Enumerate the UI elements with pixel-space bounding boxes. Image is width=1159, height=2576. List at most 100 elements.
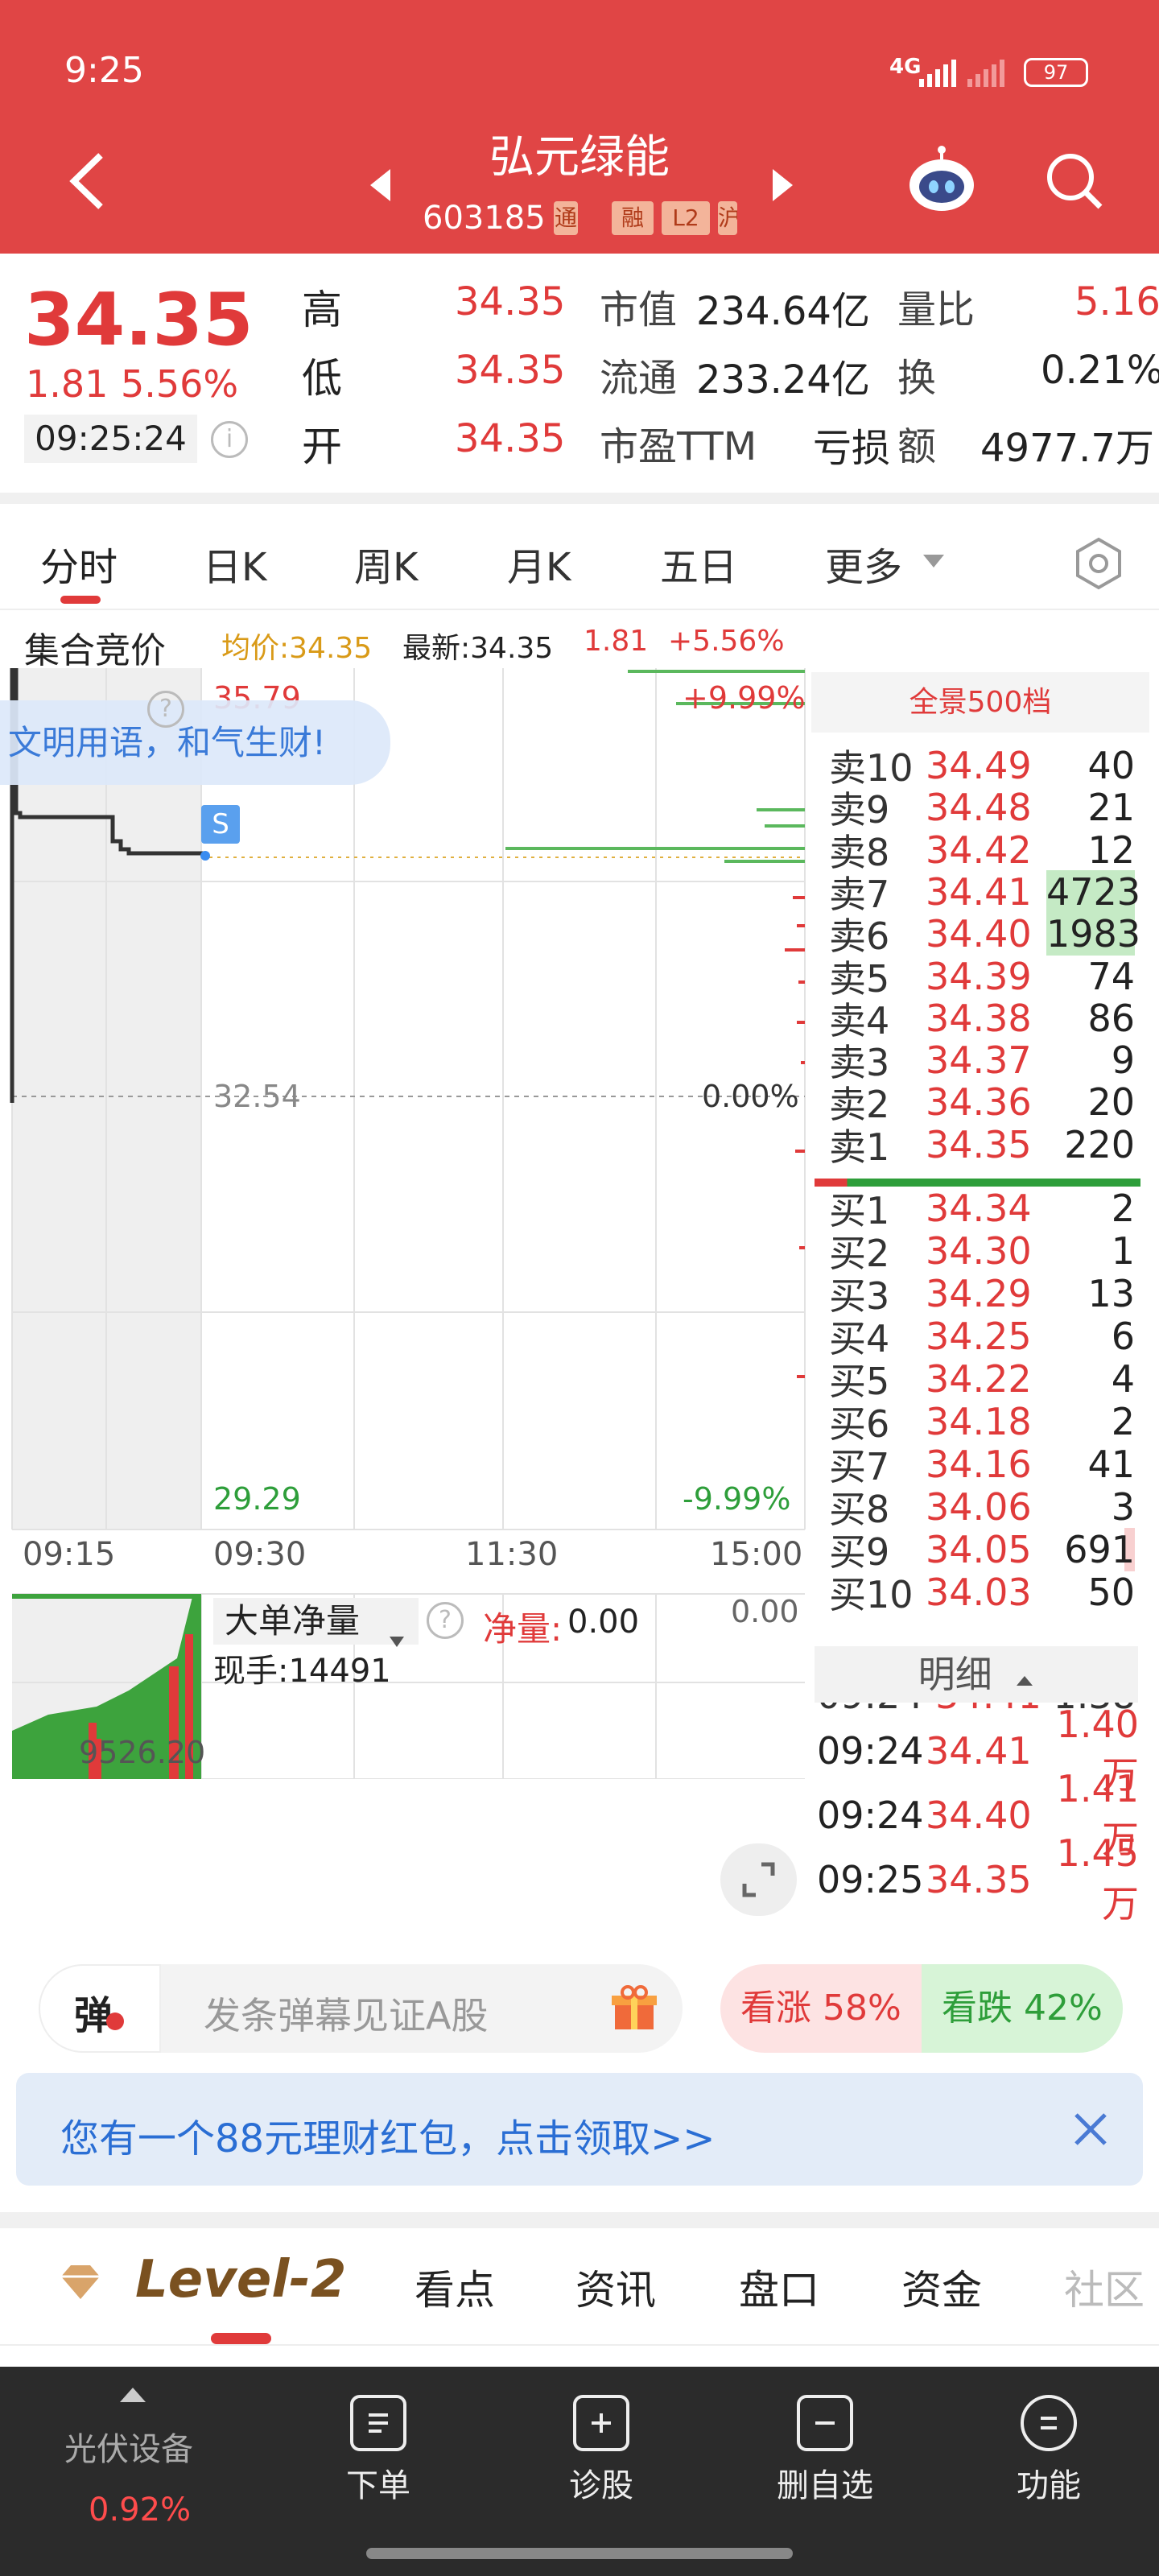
bullish-button[interactable]: 看涨 58% [720, 1964, 922, 2053]
depth-500-button[interactable]: 全景500档 [811, 672, 1149, 733]
buy-row[interactable]: 买1 34.34 2 [829, 1187, 1135, 1232]
diamond-icon [56, 2262, 105, 2302]
settings-icon[interactable] [1070, 535, 1127, 592]
pe-label: 市盈TTM [600, 424, 757, 469]
tab-five-day[interactable]: 五日 [660, 535, 737, 592]
sell-row[interactable]: 卖4 34.38 86 [829, 996, 1135, 1042]
bearish-button[interactable]: 看跌 42% [922, 1964, 1123, 2053]
chart-tabs: 分时 日K 周K 月K 五日 更多 [0, 503, 1159, 612]
buy-level-label: 买10 [829, 1573, 914, 1616]
sell-price: 34.40 [926, 912, 1032, 956]
sell-price: 34.36 [926, 1080, 1032, 1125]
low-label: 低 [302, 355, 342, 402]
help-icon[interactable]: ? [427, 1602, 464, 1639]
sell-row[interactable]: 卖2 34.36 20 [829, 1080, 1135, 1126]
sector-change: 0.92% [89, 2491, 192, 2529]
tab-handicap[interactable]: 盘口 [739, 2258, 819, 2316]
nav-remove-label: 删自选 [777, 2467, 873, 2504]
detail-toggle[interactable]: 明细 [815, 1646, 1138, 1703]
tab-highlights[interactable]: 看点 [415, 2258, 495, 2316]
plus-icon [573, 2395, 629, 2451]
trade-time: 09:24 [817, 1794, 924, 1837]
info-icon[interactable]: i [211, 421, 248, 458]
buy-row[interactable]: 买9 34.05 691 [829, 1528, 1135, 1574]
high-value: 34.35 [455, 279, 566, 324]
divider-2 [0, 609, 1159, 610]
tab-community[interactable]: 社区 [1064, 2258, 1159, 2316]
buy-price: 34.29 [926, 1272, 1032, 1315]
top-pct-label: +9.99% [683, 680, 806, 716]
nav-diagnose-label: 诊股 [569, 2467, 633, 2504]
buy-row[interactable]: 买5 34.22 4 [829, 1357, 1135, 1403]
s-marker[interactable]: S [201, 805, 240, 844]
help-icon[interactable]: ? [147, 691, 184, 728]
buy-price: 34.16 [926, 1443, 1032, 1486]
menu-icon [1021, 2395, 1077, 2451]
buy-row[interactable]: 买4 34.25 6 [829, 1315, 1135, 1360]
nav-order[interactable]: 下单 [298, 2395, 459, 2506]
red-packet-banner[interactable]: 您有一个88元理财红包，点击领取>> [16, 2073, 1143, 2186]
tab-weekly-k[interactable]: 周K [354, 535, 418, 592]
tab-daily-k[interactable]: 日K [203, 535, 266, 592]
nav-functions[interactable]: 功能 [968, 2395, 1129, 2506]
buy-row[interactable]: 买6 34.18 2 [829, 1400, 1135, 1446]
divider-4 [0, 2344, 1159, 2346]
close-icon[interactable] [1066, 2105, 1115, 2153]
buy-price: 34.25 [926, 1315, 1032, 1358]
buy-volume: 1 [1111, 1229, 1135, 1273]
sell-row[interactable]: 卖10 34.49 40 [829, 744, 1135, 790]
badge-l2: L2 [662, 201, 710, 235]
order-icon [350, 2395, 406, 2451]
gift-icon[interactable] [610, 1984, 658, 2033]
prev-stock-icon[interactable] [366, 165, 398, 205]
tab-intraday[interactable]: 分时 [40, 535, 118, 592]
tab-monthly-k[interactable]: 月K [507, 535, 571, 592]
nav-diagnose[interactable]: 诊股 [521, 2395, 682, 2506]
sell-price: 34.49 [926, 744, 1032, 787]
signal-icon-2 [966, 56, 1014, 89]
home-indicator[interactable] [366, 2548, 793, 2559]
indicator-selector[interactable]: 大单净量 [213, 1598, 419, 1647]
danmu-toggle[interactable]: 弹 [39, 1964, 161, 2053]
open-label: 开 [302, 423, 342, 470]
buy-price: 34.05 [926, 1528, 1032, 1571]
sell-row[interactable]: 卖9 34.48 21 [829, 786, 1135, 832]
tab-more[interactable]: 更多 [825, 535, 902, 592]
next-stock-icon[interactable] [765, 165, 797, 205]
buy-row[interactable]: 买8 34.06 3 [829, 1485, 1135, 1531]
trade-price: 34.41 [926, 1729, 1032, 1773]
sector-name[interactable]: 光伏设备 [64, 2423, 193, 2470]
trade-price: 34.40 [926, 1794, 1032, 1837]
search-icon[interactable] [1042, 149, 1107, 213]
sell-price: 34.38 [926, 996, 1032, 1040]
sell-volume: 21 [1087, 786, 1135, 830]
danmu-placeholder: 发条弹幕见证A股 [204, 1994, 489, 2037]
buy-row[interactable]: 买7 34.16 41 [829, 1443, 1135, 1488]
nav-remove-watchlist[interactable]: 删自选 [744, 2395, 905, 2506]
sell-row[interactable]: 卖3 34.37 9 [829, 1038, 1135, 1084]
badge-rong: 融 [612, 201, 654, 235]
sell-row[interactable]: 卖7 34.41 4723 [829, 869, 1140, 916]
chevron-down-icon [389, 1614, 405, 1647]
expand-icon[interactable] [720, 1843, 797, 1916]
bid-depth-bars [785, 896, 805, 1378]
sell-row[interactable]: 卖5 34.39 74 [829, 955, 1135, 1001]
sell-row[interactable]: 卖8 34.42 12 [829, 828, 1135, 874]
danmu-input-bar[interactable]: 弹 发条弹幕见证A股 [39, 1964, 683, 2053]
sub-right-value: 0.00 [731, 1594, 799, 1629]
back-arrow-icon[interactable] [64, 149, 113, 213]
danmu-toggle-label: 弹 [74, 1993, 113, 2038]
signal-icon [918, 56, 966, 89]
tab-funds[interactable]: 资金 [901, 2258, 982, 2316]
tab-news[interactable]: 资讯 [575, 2258, 656, 2316]
buy-row[interactable]: 买3 34.29 13 [829, 1272, 1135, 1318]
network-indicator: 4G [889, 55, 922, 79]
status-time: 9:25 [64, 50, 144, 91]
chart-area: 集合竞价 均价:34.35 最新:34.35 1.81 +5.56% 35.79… [0, 612, 1159, 1932]
sell-row[interactable]: 卖1 34.35 220 [829, 1123, 1135, 1169]
tab-level2[interactable]: Level-2 [135, 2250, 346, 2310]
buy-row[interactable]: 买2 34.30 1 [829, 1229, 1135, 1275]
sell-row[interactable]: 卖6 34.40 1983 [829, 912, 1140, 958]
buy-row[interactable]: 买10 34.03 50 [829, 1571, 1135, 1616]
robot-assistant-icon[interactable] [905, 145, 978, 217]
